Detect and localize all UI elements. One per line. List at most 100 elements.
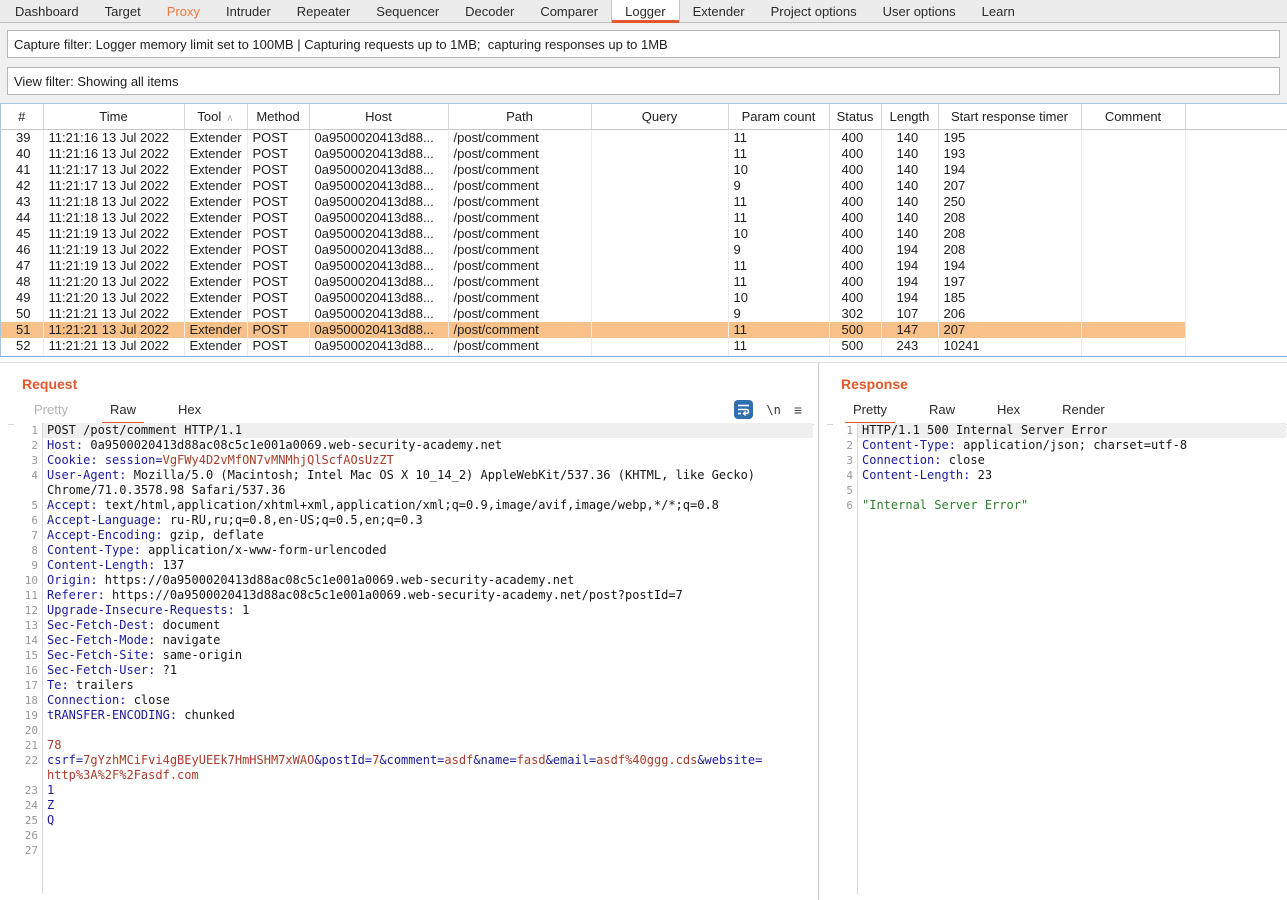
column-header-status[interactable]: Status: [829, 104, 881, 130]
request-tab-raw[interactable]: Raw: [106, 402, 140, 424]
column-header-path[interactable]: Path: [448, 104, 591, 130]
main-tab-decoder[interactable]: Decoder: [452, 0, 527, 22]
cell-comment: [1081, 338, 1185, 354]
main-tab-extender[interactable]: Extender: [680, 0, 758, 22]
response-tab-raw[interactable]: Raw: [925, 402, 959, 424]
column-header-host[interactable]: Host: [309, 104, 448, 130]
main-tab-dashboard[interactable]: Dashboard: [2, 0, 92, 22]
cell-query: [591, 226, 728, 242]
table-row[interactable]: 4611:21:19 13 Jul 2022ExtenderPOST0a9500…: [1, 242, 1287, 258]
main-tab-logger[interactable]: Logger: [611, 0, 679, 22]
table-row[interactable]: 5011:21:21 13 Jul 2022ExtenderPOST0a9500…: [1, 306, 1287, 322]
vertical-splitter[interactable]: [818, 363, 819, 900]
line-number: 12: [14, 603, 38, 618]
column-header-start-response-timer[interactable]: Start response timer: [938, 104, 1081, 130]
main-tab-user-options[interactable]: User options: [870, 0, 969, 22]
code-segment: Content-Length:: [862, 468, 970, 482]
column-header-filler: [1185, 104, 1287, 130]
cell-path: /post/comment: [448, 194, 591, 210]
view-filter-bar[interactable]: View filter: Showing all items: [7, 67, 1280, 95]
cell-num: 41: [1, 162, 43, 178]
cell-filler: [1185, 274, 1287, 290]
table-row[interactable]: 4511:21:19 13 Jul 2022ExtenderPOST0a9500…: [1, 226, 1287, 242]
response-tab-pretty[interactable]: Pretty: [849, 402, 891, 424]
column-header-time[interactable]: Time: [43, 104, 184, 130]
code-line: http%3A%2F%2Fasdf.com: [43, 768, 813, 783]
code-segment: ru-RU,ru;q=0.8,en-US;q=0.5,en;q=0.3: [163, 513, 423, 527]
main-tab-comparer[interactable]: Comparer: [527, 0, 611, 22]
request-tab-pretty[interactable]: Pretty: [30, 402, 72, 424]
line-number: 1: [833, 423, 853, 438]
main-tab-intruder[interactable]: Intruder: [213, 0, 284, 22]
table-row[interactable]: 4711:21:19 13 Jul 2022ExtenderPOST0a9500…: [1, 258, 1287, 274]
cell-method: POST: [247, 210, 309, 226]
cell-comment: [1081, 226, 1185, 242]
cell-filler: [1185, 258, 1287, 274]
menu-icon[interactable]: ≡: [794, 402, 802, 418]
table-row[interactable]: 3911:21:16 13 Jul 2022ExtenderPOST0a9500…: [1, 130, 1287, 147]
code-line: [43, 828, 813, 843]
cell-path: /post/comment: [448, 146, 591, 162]
response-tab-hex[interactable]: Hex: [993, 402, 1024, 424]
code-line: Content-Type: application/x-www-form-url…: [43, 543, 813, 558]
column-header-method[interactable]: Method: [247, 104, 309, 130]
cell-filler: [1185, 290, 1287, 306]
capture-filter-bar[interactable]: Capture filter: Logger memory limit set …: [7, 30, 1280, 58]
column-header-comment[interactable]: Comment: [1081, 104, 1185, 130]
column-header-[interactable]: #: [1, 104, 43, 130]
cell-num: 40: [1, 146, 43, 162]
column-header-query[interactable]: Query: [591, 104, 728, 130]
column-header-param-count[interactable]: Param count: [728, 104, 829, 130]
cell-param: 9: [728, 178, 829, 194]
code-segment: document: [155, 618, 220, 632]
table-row[interactable]: 4011:21:16 13 Jul 2022ExtenderPOST0a9500…: [1, 146, 1287, 162]
cell-tool: Extender: [184, 290, 247, 306]
table-row[interactable]: 4311:21:18 13 Jul 2022ExtenderPOST0a9500…: [1, 194, 1287, 210]
code-line: HTTP/1.1 500 Internal Server Error: [858, 423, 1286, 438]
main-tab-sequencer[interactable]: Sequencer: [363, 0, 452, 22]
cell-query: [591, 290, 728, 306]
line-number: 4: [14, 468, 38, 483]
main-tab-proxy[interactable]: Proxy: [154, 0, 213, 22]
cell-num: 49: [1, 290, 43, 306]
line-number: [14, 483, 38, 498]
table-row[interactable]: 4411:21:18 13 Jul 2022ExtenderPOST0a9500…: [1, 210, 1287, 226]
code-segment: &email: [546, 753, 589, 767]
cell-tool: Extender: [184, 146, 247, 162]
cell-timer: 207: [938, 178, 1081, 194]
line-number: 23: [14, 783, 38, 798]
table-row[interactable]: 5211:21:21 13 Jul 2022ExtenderPOST0a9500…: [1, 338, 1287, 354]
table-row[interactable]: 4811:21:20 13 Jul 2022ExtenderPOST0a9500…: [1, 274, 1287, 290]
sort-asc-icon: ∧: [226, 113, 233, 124]
column-header-tool[interactable]: Tool∧: [184, 104, 247, 130]
main-tab-repeater[interactable]: Repeater: [284, 0, 363, 22]
cell-length: 243: [881, 338, 938, 354]
main-tab-project-options[interactable]: Project options: [758, 0, 870, 22]
cell-tool: Extender: [184, 242, 247, 258]
cell-status: 400: [829, 146, 881, 162]
cell-timer: 197: [938, 274, 1081, 290]
table-row[interactable]: 5111:21:21 13 Jul 2022ExtenderPOST0a9500…: [1, 322, 1287, 338]
request-tab-hex[interactable]: Hex: [174, 402, 205, 424]
code-line: 78: [43, 738, 813, 753]
response-editor[interactable]: 123456 HTTP/1.1 500 Internal Server Erro…: [833, 423, 1286, 894]
main-tab-target[interactable]: Target: [92, 0, 154, 22]
cell-time: 11:21:20 13 Jul 2022: [43, 274, 184, 290]
cell-timer: 250: [938, 194, 1081, 210]
cell-length: 194: [881, 258, 938, 274]
cell-path: /post/comment: [448, 322, 591, 338]
word-wrap-icon[interactable]: [734, 400, 753, 419]
response-tab-render[interactable]: Render: [1058, 402, 1109, 424]
table-row[interactable]: 4211:21:17 13 Jul 2022ExtenderPOST0a9500…: [1, 178, 1287, 194]
table-row[interactable]: 4911:21:20 13 Jul 2022ExtenderPOST0a9500…: [1, 290, 1287, 306]
code-line: csrf=7gYzhMCiFvi4gBEyUEEk7HmHSHM7xWAO&po…: [43, 753, 813, 768]
code-line: Connection: close: [43, 693, 813, 708]
cell-time: 11:21:17 13 Jul 2022: [43, 162, 184, 178]
column-header-length[interactable]: Length: [881, 104, 938, 130]
main-tab-learn[interactable]: Learn: [969, 0, 1028, 22]
table-row[interactable]: 4111:21:17 13 Jul 2022ExtenderPOST0a9500…: [1, 162, 1287, 178]
newline-toggle-icon[interactable]: \n: [766, 403, 780, 417]
capture-filter-text: Capture filter: Logger memory limit set …: [14, 37, 668, 52]
request-editor[interactable]: 1234567891011121314151617181920212223242…: [14, 423, 813, 894]
cell-time: 11:21:16 13 Jul 2022: [43, 130, 184, 147]
